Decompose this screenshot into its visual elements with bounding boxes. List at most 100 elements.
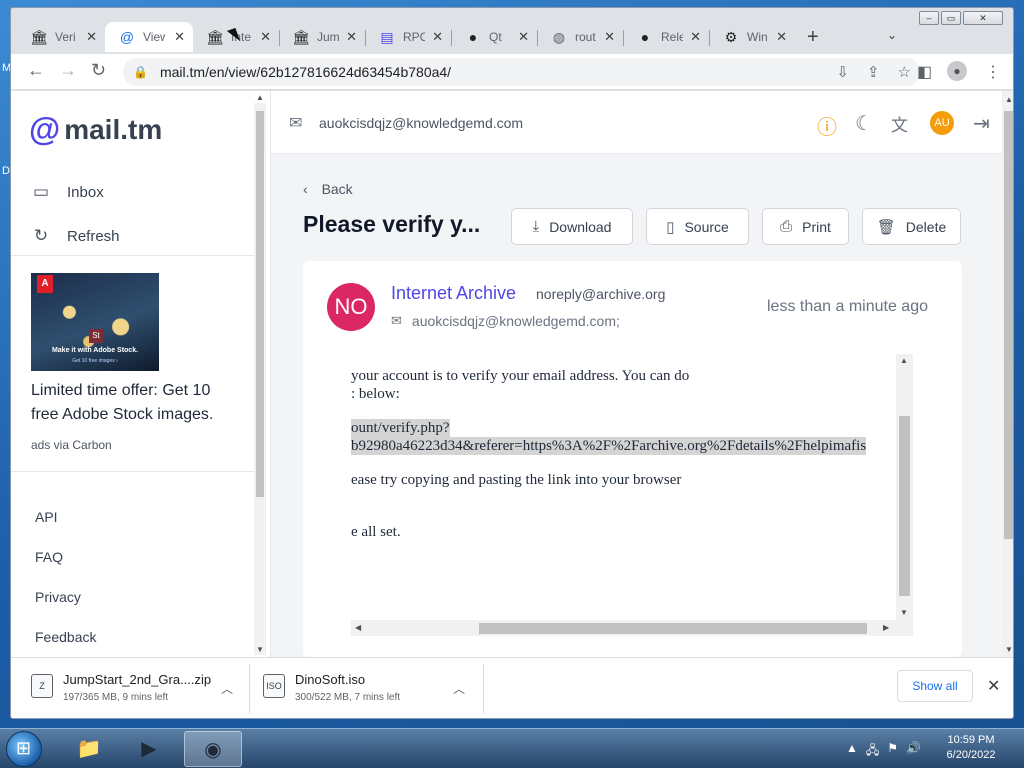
menu-dots-icon[interactable]: ⋮ — [985, 62, 1001, 82]
network-icon[interactable]: 🖧 — [866, 741, 879, 762]
delete-button[interactable]: 🗑 Delete — [862, 208, 961, 245]
back-arrow-icon[interactable]: ← — [27, 60, 45, 81]
media-player-taskbar-icon[interactable]: ▶ — [120, 731, 178, 767]
scroll-down-icon[interactable]: ▼ — [1005, 645, 1013, 654]
site-logo[interactable]: @ mail.tm — [29, 111, 162, 148]
verify-link[interactable]: b92980a46223d34&referer=https%3A%2F%2Far… — [351, 437, 867, 455]
refresh-icon: ↻ — [33, 226, 49, 245]
download-item[interactable]: Z JumpStart_2nd_Gra....zip 197/365 MB, 9… — [31, 672, 241, 706]
back-link[interactable]: ‹ Back — [303, 181, 353, 197]
scroll-up-icon[interactable]: ▲ — [900, 356, 908, 365]
start-button[interactable]: ⊞ — [6, 731, 42, 767]
account-address[interactable]: auokcisdqjz@knowledgemd.com — [319, 115, 523, 131]
message-body-frame[interactable]: your account is to verify your email add… — [351, 354, 913, 636]
page-scrollbar[interactable]: ▲ ▼ — [1002, 91, 1013, 657]
close-icon[interactable]: ✕ — [690, 29, 701, 45]
install-app-icon[interactable]: ⇩ — [836, 63, 849, 81]
download-name: JumpStart_2nd_Gra....zip — [63, 672, 212, 687]
close-icon[interactable]: ✕ — [260, 29, 271, 45]
close-icon[interactable]: ✕ — [518, 29, 529, 45]
user-avatar[interactable]: AU — [930, 111, 954, 135]
archive-icon: 🏛 — [292, 28, 310, 45]
tab-5[interactable]: ▤ RPC ✕ — [365, 22, 451, 52]
scroll-down-icon[interactable]: ▼ — [900, 608, 908, 617]
close-icon[interactable]: ✕ — [174, 29, 185, 45]
window-close-button[interactable]: ✕ — [963, 11, 1003, 25]
archive-icon: 🏛 — [206, 28, 224, 45]
profile-avatar-icon[interactable]: ● — [947, 61, 967, 81]
tab-title: Win — [747, 30, 768, 44]
tab-title: Qt — [489, 30, 502, 44]
print-button[interactable]: ⎙ Print — [762, 208, 849, 245]
source-button[interactable]: ▯ Source — [646, 208, 749, 245]
sidebar-scrollbar[interactable]: ▲ ▼ — [254, 93, 266, 655]
explorer-taskbar-icon[interactable]: 📁 — [60, 731, 118, 767]
tab-1[interactable]: 🏛 Veri ✕ — [17, 22, 105, 52]
body-horizontal-scrollbar[interactable]: ◀ ▶ — [351, 620, 913, 636]
close-icon[interactable]: ✕ — [604, 29, 615, 45]
scroll-right-icon[interactable]: ▶ — [883, 623, 889, 632]
close-icon[interactable]: ✕ — [86, 29, 97, 45]
tab-4[interactable]: 🏛 Jum ✕ — [279, 22, 365, 52]
scrollbar-thumb[interactable] — [479, 623, 867, 634]
warning-icon[interactable]: ⓘ — [817, 111, 837, 140]
scrollbar-thumb[interactable] — [1004, 111, 1013, 539]
chrome-taskbar-icon[interactable]: ◉ — [184, 731, 242, 767]
ad-via-link[interactable]: ads via Carbon — [31, 438, 112, 452]
chevron-up-icon[interactable]: ︿ — [453, 680, 465, 697]
chevron-up-icon[interactable]: ︿ — [221, 680, 233, 697]
show-all-button[interactable]: Show all — [897, 670, 973, 702]
scroll-down-icon[interactable]: ▼ — [256, 645, 264, 654]
new-tab-button[interactable]: + — [807, 26, 819, 49]
ad-text[interactable]: Limited time offer: Get 10 free Adobe St… — [31, 379, 241, 427]
tab-title: rout — [575, 30, 596, 44]
scrollbar-thumb[interactable] — [256, 111, 264, 497]
forward-arrow-icon[interactable]: → — [59, 60, 77, 81]
file-icon: ▯ — [666, 218, 675, 236]
scroll-left-icon[interactable]: ◀ — [355, 623, 361, 632]
at-icon: @ — [119, 29, 135, 45]
tab-9[interactable]: ⚙ Win ✕ — [709, 22, 795, 52]
logout-icon[interactable]: ⇥ — [973, 111, 990, 136]
download-item[interactable]: ISO DinoSoft.iso 300/522 MB, 7 mins left… — [263, 672, 473, 706]
tab-8[interactable]: ● Rele ✕ — [623, 22, 709, 52]
close-icon[interactable]: ✕ — [987, 676, 1000, 696]
tab-7[interactable]: ◍ rout ✕ — [537, 22, 623, 52]
sidebar-item-refresh[interactable]: ↻ Refresh — [31, 226, 120, 246]
body-vertical-scrollbar[interactable]: ▲ ▼ — [896, 354, 913, 620]
tab-6[interactable]: ● Qt ✕ — [451, 22, 537, 52]
sidebar-item-inbox[interactable]: ▭ Inbox — [31, 182, 104, 202]
close-icon[interactable]: ✕ — [776, 29, 787, 45]
sidebar-item-label: Inbox — [67, 183, 104, 201]
scroll-up-icon[interactable]: ▲ — [256, 93, 264, 102]
clock[interactable]: 10:59 PM 6/20/2022 — [936, 733, 1006, 763]
body-text: : below: — [351, 386, 400, 402]
download-button[interactable]: ⤓ Download — [511, 208, 633, 245]
adobe-stock-icon: St — [89, 329, 103, 343]
bookmark-star-icon[interactable]: ☆ — [898, 63, 911, 81]
reload-icon[interactable]: ↻ — [91, 60, 106, 81]
ad-image[interactable]: A St Make it with Adobe Stock. Get 10 fr… — [31, 273, 159, 371]
inbox-icon: ▭ — [32, 182, 50, 201]
flag-icon[interactable]: ⚑ — [887, 741, 898, 762]
tab-2[interactable]: @ View ✕ — [105, 22, 193, 52]
footer-link-faq[interactable]: FAQ — [35, 549, 63, 565]
footer-link-privacy[interactable]: Privacy — [35, 589, 81, 605]
verify-link[interactable]: ount/verify.php? — [351, 419, 450, 437]
close-icon[interactable]: ✕ — [346, 29, 357, 45]
tab-search-button[interactable]: ⌄ — [887, 28, 897, 42]
tray-arrow-icon[interactable]: ▲ — [846, 741, 858, 762]
share-icon[interactable]: ⇪ — [867, 63, 880, 81]
minimize-button[interactable]: ‒ — [919, 11, 939, 25]
translate-icon[interactable]: 文 — [891, 111, 908, 136]
moon-icon[interactable]: ☾ — [855, 111, 873, 136]
scrollbar-thumb[interactable] — [899, 416, 910, 596]
maximize-button[interactable]: ▭ — [941, 11, 961, 25]
footer-link-feedback[interactable]: Feedback — [35, 629, 96, 645]
side-panel-icon[interactable]: ◧ — [917, 62, 932, 82]
address-bar[interactable]: 🔒 mail.tm/en/view/62b127816624d63454b780… — [123, 58, 921, 86]
close-icon[interactable]: ✕ — [432, 29, 443, 45]
footer-link-api[interactable]: API — [35, 509, 58, 525]
scroll-up-icon[interactable]: ▲ — [1005, 95, 1013, 104]
volume-icon[interactable]: 🔊 — [906, 741, 921, 762]
